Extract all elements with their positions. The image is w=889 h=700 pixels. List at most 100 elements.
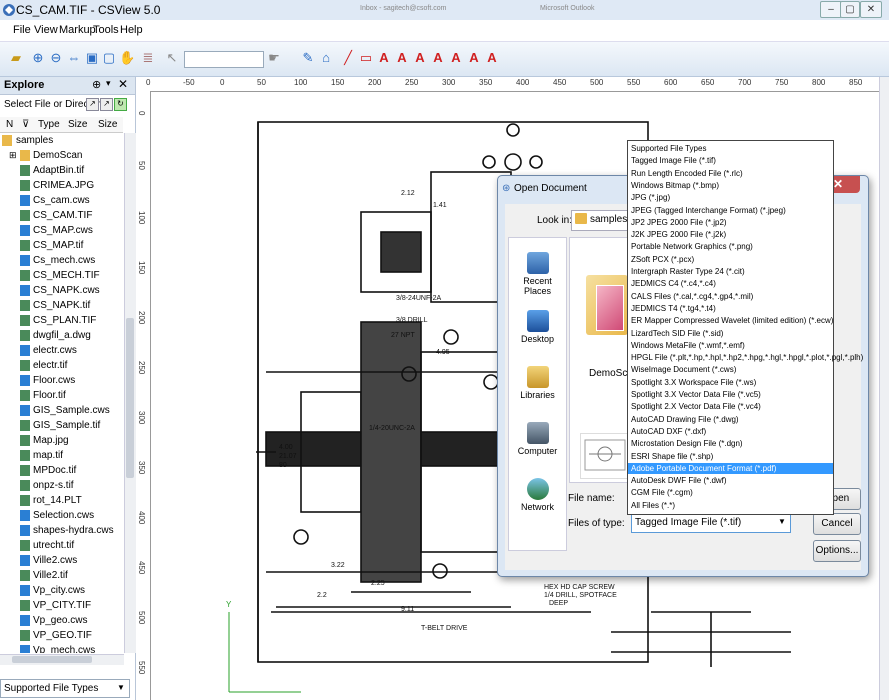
hscroll-thumb[interactable] (12, 656, 92, 663)
canvas-vertical-scrollbar[interactable] (879, 77, 889, 700)
file-type-dropdown-list[interactable]: Supported File Types Tagged Image File (*… (627, 140, 863, 515)
file-type-option[interactable]: CALS Files (*.cal,*.cg4,*.gp4,*.mil) (628, 291, 833, 302)
file-type-option[interactable]: Run Length Encoded File (*.rlc) (628, 168, 833, 179)
file-type-filter[interactable]: Supported File Types ▼ (0, 679, 130, 698)
stamp-icon[interactable]: ⌂ (318, 50, 334, 66)
column-size[interactable]: Size (68, 119, 87, 130)
dim-label: 1/4 DRILL, SPOTFACE (544, 592, 617, 599)
tree-label: Selection.cws (33, 510, 95, 521)
menu-help[interactable]: Help (120, 24, 143, 36)
pan-hand-icon[interactable]: ✋ (119, 50, 135, 66)
drawing-thumbnail[interactable] (580, 433, 632, 479)
text-a-icon[interactable]: A (376, 50, 392, 66)
file-type-option[interactable]: Tagged Image File (*.tif) (628, 155, 833, 166)
file-type-option[interactable]: Adobe Portable Document Format (*.pdf) (628, 462, 833, 474)
zoom-combo[interactable] (184, 51, 264, 68)
filter-icon[interactable]: ⊽ (22, 119, 29, 130)
column-size-2[interactable]: Size (98, 119, 117, 130)
text-a-icon[interactable]: A (430, 50, 446, 66)
fit-page-icon[interactable]: ▢ (101, 50, 117, 66)
place-recent[interactable]: Recent Places (509, 252, 566, 296)
file-type-option[interactable]: JEDMICS T4 (*.tg4,*.t4) (628, 303, 833, 314)
file-type-option[interactable]: LizardTech SID File (*.sid) (628, 328, 833, 339)
options-button[interactable]: Options... (813, 540, 861, 562)
files-of-type-value: Tagged Image File (*.tif) (635, 517, 742, 528)
place-network[interactable]: Network (509, 478, 566, 512)
file-type-option[interactable]: AutoCAD Drawing File (*.dwg) (628, 414, 833, 425)
column-type[interactable]: Type (38, 119, 60, 130)
file-type-option[interactable]: J2K JPEG 2000 File (*.j2k) (628, 229, 833, 240)
file-type-option[interactable]: WiseImage Document (*.cws) (628, 364, 833, 375)
file-type-option[interactable]: CGM File (*.cgm) (628, 487, 833, 498)
menu-file[interactable]: File (13, 24, 31, 36)
dropdown-arrow-icon[interactable]: ▾ (106, 78, 111, 89)
file-type-option[interactable]: JPEG (Tagged Interchange Format) (*.jpeg… (628, 205, 833, 216)
place-computer[interactable]: Computer (509, 422, 566, 456)
file-type-option[interactable]: AutoCAD DXF (*.dxf) (628, 426, 833, 437)
fit-width-icon[interactable]: ⇔ (66, 50, 82, 66)
file-type-option[interactable]: HPGL File (*.plt,*.hp,*.hpl,*.hp2,*.hpg,… (628, 352, 863, 363)
close-panel-icon[interactable]: ✕ (118, 77, 128, 91)
layers-icon[interactable]: ≣ (140, 50, 156, 66)
line-icon[interactable]: ╱ (340, 50, 356, 66)
menu-markup[interactable]: Markup (59, 24, 96, 36)
files-of-type-label: Files of type: (568, 518, 625, 529)
workspace-file-icon (20, 555, 30, 566)
zoom-window-icon[interactable]: ▣ (84, 50, 100, 66)
zoom-out-icon[interactable]: ⊖ (48, 50, 64, 66)
image-file-icon (20, 390, 30, 401)
folder-icon (20, 150, 30, 161)
file-type-option[interactable]: Portable Network Graphics (*.png) (628, 241, 833, 252)
select-arrow-icon[interactable]: ↖ (164, 50, 180, 66)
file-type-option[interactable]: Spotlight 3.X Vector Data File (*.vc5) (628, 389, 833, 400)
maximize-button[interactable]: ▢ (840, 1, 860, 18)
explore-horizontal-scrollbar[interactable] (0, 654, 124, 665)
text-a-icon[interactable]: A (466, 50, 482, 66)
explore-vertical-scrollbar[interactable] (124, 133, 136, 653)
menu-view[interactable]: View (34, 24, 58, 36)
file-type-option[interactable]: JEDMICS C4 (*.c4,*.c4) (628, 278, 833, 289)
file-type-option[interactable]: JPG (*.jpg) (628, 192, 833, 203)
file-type-option[interactable]: AutoDesk DWF File (*.dwf) (628, 475, 833, 486)
file-type-option[interactable]: Windows MetaFile (*.wmf,*.emf) (628, 340, 833, 351)
text-a-icon[interactable]: A (394, 50, 410, 66)
menu-tools[interactable]: Tools (93, 24, 119, 36)
file-type-option[interactable]: Supported File Types (628, 143, 833, 154)
files-of-type-combo[interactable]: Tagged Image File (*.tif) ▼ (631, 513, 791, 533)
dim-label: DEEP (549, 600, 568, 607)
file-type-option[interactable]: Spotlight 2.X Vector Data File (*.vc4) (628, 401, 833, 412)
place-desktop[interactable]: Desktop (509, 310, 566, 344)
file-type-option[interactable]: Intergraph Raster Type 24 (*.cit) (628, 266, 833, 277)
minimize-button[interactable]: – (820, 1, 842, 18)
file-type-option[interactable]: ZSoft PCX (*.pcx) (628, 254, 833, 265)
file-type-option[interactable]: Windows Bitmap (*.bmp) (628, 180, 833, 191)
expand-icon[interactable]: ⊞ (9, 148, 17, 163)
pin-icon[interactable]: ⊕ (92, 78, 101, 91)
text-a-icon[interactable]: A (412, 50, 428, 66)
cancel-button[interactable]: Cancel (813, 513, 861, 535)
file-type-option[interactable]: ER Mapper Compressed Wavelet (limited ed… (628, 315, 833, 326)
browse-icon[interactable]: ↗ (86, 98, 99, 111)
file-type-option[interactable]: JP2 JPEG 2000 File (*.jp2) (628, 217, 833, 228)
markup-tool-icon[interactable]: ✎ (300, 50, 316, 66)
refresh-icon[interactable]: ↻ (114, 98, 127, 111)
scroll-thumb[interactable] (126, 318, 134, 478)
up-folder-icon[interactable]: ↗ (100, 98, 113, 111)
rectangle-icon[interactable]: ▭ (358, 50, 374, 66)
look-in-value: samples (590, 214, 628, 225)
text-a-icon[interactable]: A (448, 50, 464, 66)
file-type-option[interactable]: ESRI Shape file (*.shp) (628, 451, 833, 462)
place-libraries[interactable]: Libraries (509, 366, 566, 400)
open-folder-icon[interactable]: ▰ (8, 50, 24, 66)
tree-label: DemoScan (33, 150, 83, 161)
file-type-option[interactable]: Spotlight 3.X Workspace File (*.ws) (628, 377, 833, 388)
file-type-option[interactable]: All Files (*.*) (628, 500, 833, 511)
column-name[interactable]: N (6, 119, 13, 130)
pointer-icon[interactable]: ☛ (266, 50, 282, 66)
text-a-icon[interactable]: A (484, 50, 500, 66)
tree-label: Map.jpg (33, 435, 69, 446)
zoom-in-icon[interactable]: ⊕ (30, 50, 46, 66)
file-type-option[interactable]: Microstation Design File (*.dgn) (628, 438, 833, 449)
image-file-icon (20, 435, 30, 446)
close-button[interactable]: ✕ (860, 1, 882, 18)
